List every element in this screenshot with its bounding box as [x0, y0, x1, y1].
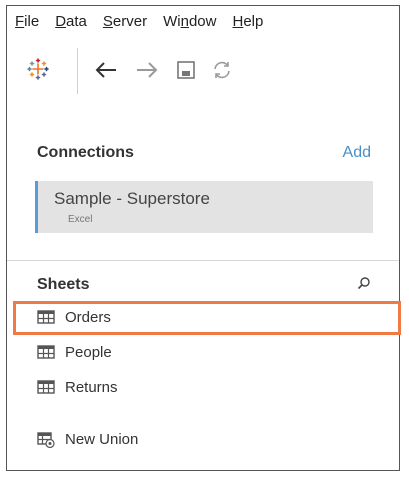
- union-icon: [37, 432, 55, 449]
- menu-server[interactable]: Server: [103, 13, 147, 30]
- refresh-icon[interactable]: [209, 57, 235, 83]
- connection-name: Sample - Superstore: [54, 189, 210, 208]
- section-divider: [7, 260, 399, 261]
- sheets-title: Sheets: [37, 276, 90, 293]
- sheet-item-new-union[interactable]: New Union: [37, 426, 138, 452]
- toolbar-separator: [77, 48, 78, 94]
- sheet-label: New Union: [65, 430, 139, 448]
- sheet-label: Returns: [65, 378, 118, 396]
- sheet-label: Orders: [65, 308, 111, 326]
- menu-file[interactable]: File: [15, 13, 39, 30]
- search-icon[interactable]: [357, 276, 371, 295]
- tableau-logo-icon[interactable]: [27, 58, 49, 80]
- menu-help[interactable]: Help: [232, 13, 263, 30]
- connection-type: Excel: [68, 214, 93, 225]
- connections-header: Connections Add: [37, 142, 371, 164]
- connection-item[interactable]: Sample - Superstore Excel: [35, 181, 373, 233]
- table-icon: [37, 310, 55, 324]
- back-arrow-icon[interactable]: [93, 57, 119, 83]
- data-source-pane: File Data Server Window Help Connections…: [6, 5, 401, 471]
- sheet-item-returns[interactable]: Returns: [37, 374, 118, 400]
- table-icon: [37, 345, 55, 359]
- sheet-item-people[interactable]: People: [37, 339, 112, 365]
- save-icon[interactable]: [173, 57, 199, 83]
- sheet-item-orders[interactable]: Orders: [37, 304, 111, 330]
- forward-arrow-icon[interactable]: [134, 57, 160, 83]
- add-connection-link[interactable]: Add: [343, 144, 371, 162]
- connections-title: Connections: [37, 144, 134, 161]
- sheet-label: People: [65, 343, 112, 361]
- table-icon: [37, 380, 55, 394]
- menu-window[interactable]: Window: [163, 13, 216, 30]
- toolbar: [7, 44, 399, 96]
- menu-data[interactable]: Data: [55, 13, 87, 30]
- menubar: File Data Server Window Help: [7, 6, 399, 36]
- sheets-header: Sheets: [37, 274, 371, 296]
